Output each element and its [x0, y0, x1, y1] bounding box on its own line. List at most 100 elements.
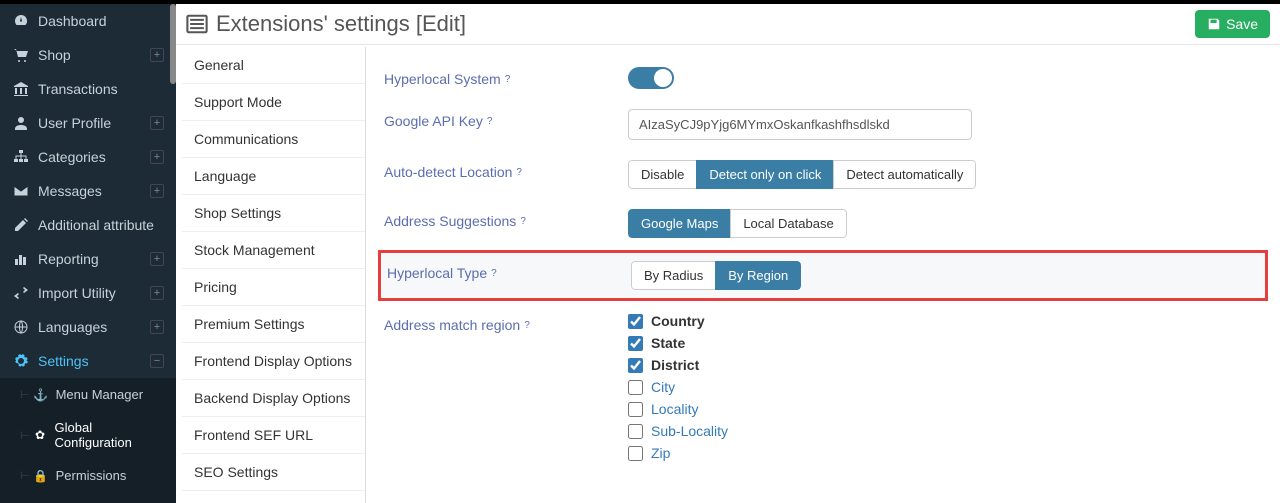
tab-pricing[interactable]: Pricing	[182, 269, 365, 306]
sidebar-item-dashboard[interactable]: Dashboard	[0, 4, 176, 38]
sidebar-sub-currencies[interactable]: ⊢ $ Currencies	[0, 492, 176, 503]
sidebar-item-shop[interactable]: Shop +	[0, 38, 176, 72]
btn-autodetect-auto[interactable]: Detect automatically	[833, 160, 976, 189]
checkbox-city[interactable]	[628, 380, 643, 395]
page-title: Extensions' settings [Edit]	[186, 11, 466, 37]
edit-icon	[12, 217, 30, 233]
label-suggestions: Address Suggestions ?	[384, 209, 628, 229]
sidebar-sub-permissions[interactable]: ⊢ 🔒 Permissions	[0, 459, 176, 492]
sitemap-icon	[12, 149, 30, 165]
btngroup-hyperlocal-type: By Radius By Region	[631, 261, 801, 290]
save-button[interactable]: Save	[1195, 10, 1270, 38]
tab-communications[interactable]: Communications	[182, 121, 365, 158]
label-text: Address match region	[384, 317, 520, 333]
check-country[interactable]: Country	[628, 313, 1262, 329]
checkbox-zip[interactable]	[628, 446, 643, 461]
input-api-key[interactable]	[628, 109, 972, 140]
sidebar-label: Import Utility	[38, 285, 116, 301]
minus-icon: −	[150, 354, 164, 368]
tab-backend-display[interactable]: Backend Display Options	[182, 380, 365, 417]
sidebar-item-reporting[interactable]: Reporting +	[0, 242, 176, 276]
tab-frontend-sef[interactable]: Frontend SEF URL	[182, 417, 365, 454]
sidebar-item-import-utility[interactable]: Import Utility +	[0, 276, 176, 310]
sidebar-item-user-profile[interactable]: User Profile +	[0, 106, 176, 140]
btn-suggestions-google[interactable]: Google Maps	[628, 209, 731, 238]
help-icon[interactable]: ?	[520, 216, 526, 227]
check-city[interactable]: City	[628, 379, 1262, 395]
tab-media[interactable]: Media	[182, 491, 365, 503]
user-icon	[12, 115, 30, 131]
label-api-key: Google API Key ?	[384, 109, 628, 129]
checkbox-sub-locality[interactable]	[628, 424, 643, 439]
btn-autodetect-disable[interactable]: Disable	[628, 160, 697, 189]
btn-suggestions-local[interactable]: Local Database	[730, 209, 846, 238]
label-text: Google API Key	[384, 113, 483, 129]
label-autodetect: Auto-detect Location ?	[384, 160, 628, 180]
sidebar-sub-label: Permissions	[56, 468, 127, 483]
plus-icon: +	[150, 252, 164, 266]
help-icon[interactable]: ?	[524, 320, 530, 331]
sidebar-label: Shop	[38, 47, 71, 63]
main-panel: Extensions' settings [Edit] Save General…	[176, 4, 1280, 503]
sidebar-label: User Profile	[38, 115, 111, 131]
tab-language[interactable]: Language	[182, 158, 365, 195]
tab-stock-management[interactable]: Stock Management	[182, 232, 365, 269]
checkbox-state[interactable]	[628, 336, 643, 351]
sidebar-label: Dashboard	[38, 13, 107, 29]
checkbox-country[interactable]	[628, 314, 643, 329]
tab-general[interactable]: General	[182, 47, 365, 84]
sidebar-item-additional-attribute[interactable]: Additional attribute	[0, 208, 176, 242]
tab-premium-settings[interactable]: Premium Settings	[182, 306, 365, 343]
label-text: Hyperlocal System	[384, 71, 501, 87]
btngroup-autodetect: Disable Detect only on click Detect auto…	[628, 160, 976, 189]
plus-icon: +	[150, 116, 164, 130]
check-zip[interactable]: Zip	[628, 445, 1262, 461]
settings-tabs: General Support Mode Communications Lang…	[182, 47, 366, 503]
checkbox-locality[interactable]	[628, 402, 643, 417]
main-sidebar: Dashboard Shop + Transactions User Profi…	[0, 4, 176, 503]
help-icon[interactable]: ?	[487, 116, 493, 127]
tab-shop-settings[interactable]: Shop Settings	[182, 195, 365, 232]
sidebar-item-settings[interactable]: Settings −	[0, 344, 176, 378]
checklist-match-region: Country State District	[628, 313, 1262, 461]
btn-autodetect-onclick[interactable]: Detect only on click	[696, 160, 834, 189]
sidebar-label: Transactions	[38, 81, 118, 97]
list-icon	[186, 13, 208, 35]
row-autodetect: Auto-detect Location ? Disable Detect on…	[384, 150, 1262, 199]
exchange-icon	[12, 285, 30, 301]
check-label: State	[651, 335, 685, 351]
btn-type-region[interactable]: By Region	[715, 261, 801, 290]
tab-support-mode[interactable]: Support Mode	[182, 84, 365, 121]
label-text: Hyperlocal Type	[387, 265, 487, 281]
sidebar-label: Messages	[38, 183, 102, 199]
help-icon[interactable]: ?	[516, 167, 522, 178]
check-locality[interactable]: Locality	[628, 401, 1262, 417]
plus-icon: +	[150, 150, 164, 164]
globe-icon	[12, 319, 30, 335]
help-icon[interactable]: ?	[505, 74, 511, 85]
sidebar-item-categories[interactable]: Categories +	[0, 140, 176, 174]
check-state[interactable]: State	[628, 335, 1262, 351]
sidebar-sub-menu-manager[interactable]: ⊢ ⚓ Menu Manager	[0, 378, 176, 411]
checkbox-district[interactable]	[628, 358, 643, 373]
btn-type-radius[interactable]: By Radius	[631, 261, 716, 290]
sidebar-label: Languages	[38, 319, 107, 335]
help-icon[interactable]: ?	[491, 268, 497, 279]
tab-seo-settings[interactable]: SEO Settings	[182, 454, 365, 491]
sidebar-item-languages[interactable]: Languages +	[0, 310, 176, 344]
sidebar-item-transactions[interactable]: Transactions	[0, 72, 176, 106]
btngroup-suggestions: Google Maps Local Database	[628, 209, 847, 238]
toggle-hyperlocal-system[interactable]	[628, 67, 674, 89]
check-district[interactable]: District	[628, 357, 1262, 373]
sidebar-item-messages[interactable]: Messages +	[0, 174, 176, 208]
row-api-key: Google API Key ?	[384, 99, 1262, 150]
check-sub-locality[interactable]: Sub-Locality	[628, 423, 1262, 439]
cart-icon	[12, 47, 30, 63]
tab-frontend-display[interactable]: Frontend Display Options	[182, 343, 365, 380]
sidebar-label: Categories	[38, 149, 106, 165]
tachometer-icon	[12, 13, 30, 29]
sidebar-settings-submenu: ⊢ ⚓ Menu Manager ⊢ ✿ Global Configuratio…	[0, 378, 176, 503]
sidebar-sub-global-config[interactable]: ⊢ ✿ Global Configuration	[0, 411, 176, 459]
page-title-text: Extensions' settings [Edit]	[216, 11, 466, 37]
anchor-icon: ⚓	[34, 388, 48, 402]
